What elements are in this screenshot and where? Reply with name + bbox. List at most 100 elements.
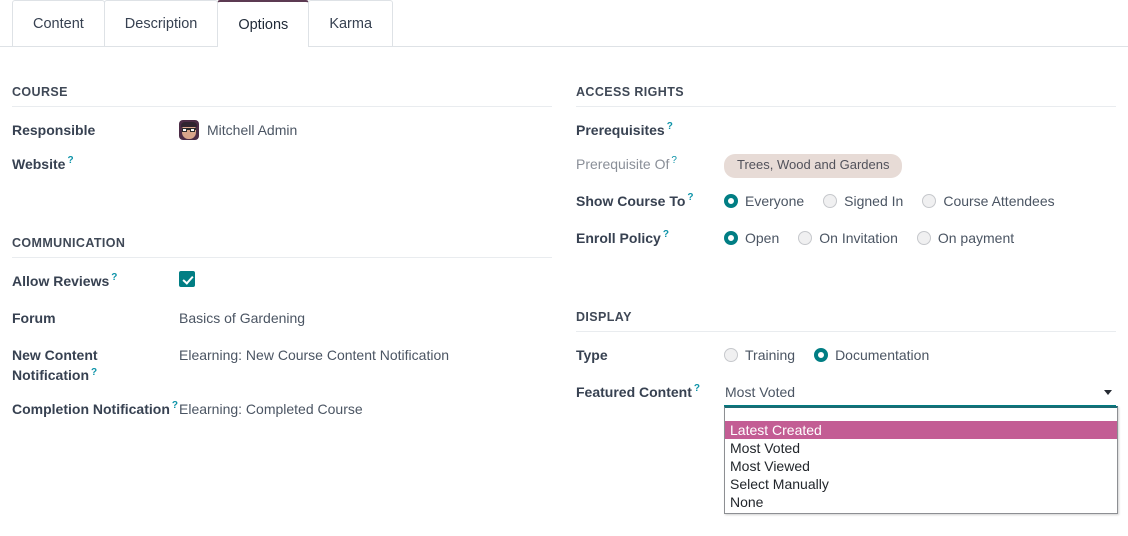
radio-label: Open <box>745 228 779 248</box>
field-row-responsible: Responsible Mitchell Admin <box>12 120 552 144</box>
radio-enroll-policy-on-invitation[interactable]: On Invitation <box>798 228 898 248</box>
completion-notification-value[interactable]: Elearning: Completed Course <box>179 399 552 419</box>
enroll-policy-label-text: Enroll Policy <box>576 230 661 246</box>
enroll-policy-radio-group: Open On Invitation On payment <box>724 228 1014 248</box>
show-course-to-radio-group: Everyone Signed In Course Attendees <box>724 191 1055 211</box>
help-icon-website[interactable]: ? <box>67 155 73 166</box>
radio-show-course-to-course-attendees[interactable]: Course Attendees <box>922 191 1054 211</box>
tab-content[interactable]: Content <box>12 0 105 46</box>
enroll-policy-label: Enroll Policy? <box>576 228 724 248</box>
field-row-forum: Forum Basics of Gardening <box>12 308 552 332</box>
forum-label: Forum <box>12 308 179 328</box>
field-row-type: Type Training Documentation <box>576 345 1116 369</box>
radio-circle-icon <box>814 348 828 362</box>
section-title-course: COURSE <box>12 47 552 107</box>
help-icon-prerequisites[interactable]: ? <box>667 121 673 132</box>
prerequisites-label: Prerequisites? <box>576 120 724 140</box>
radio-circle-icon <box>917 231 931 245</box>
radio-label: Signed In <box>844 191 903 211</box>
type-label: Type <box>576 345 724 365</box>
website-label: Website? <box>12 154 179 174</box>
tab-label: Options <box>238 17 288 33</box>
allow-reviews-value <box>179 271 552 287</box>
dropdown-option-none[interactable]: None <box>725 493 1117 513</box>
radio-label: Everyone <box>745 191 804 211</box>
field-row-website: Website? <box>12 154 552 178</box>
completion-notification-label-text: Completion Notification <box>12 401 170 417</box>
featured-content-select-wrap: Most Voted Latest Created Most Voted Mos… <box>724 380 1116 406</box>
help-icon-allow-reviews[interactable]: ? <box>111 272 117 283</box>
avatar <box>179 120 199 140</box>
tab-description[interactable]: Description <box>104 0 219 46</box>
field-row-new-content-notification: New Content Notification? Elearning: New… <box>12 345 552 386</box>
allow-reviews-checkbox[interactable] <box>179 271 195 287</box>
featured-content-label-text: Featured Content <box>576 384 692 400</box>
options-sheet: COURSE Responsible Mitchell Admin Websit… <box>0 47 1128 536</box>
dropdown-option-latest-created[interactable]: Latest Created <box>725 421 1117 439</box>
field-row-allow-reviews: Allow Reviews? <box>12 271 552 295</box>
section-title-access-rights: ACCESS RIGHTS <box>576 47 1116 107</box>
forum-value[interactable]: Basics of Gardening <box>179 308 552 328</box>
prerequisite-of-label: Prerequisite Of? <box>576 154 724 174</box>
radio-type-training[interactable]: Training <box>724 345 795 365</box>
featured-content-selected-text: Most Voted <box>725 382 795 402</box>
help-icon-featured-content[interactable]: ? <box>694 383 700 394</box>
dropdown-option-most-viewed[interactable]: Most Viewed <box>725 457 1117 475</box>
featured-content-dropdown: Latest Created Most Voted Most Viewed Se… <box>724 406 1118 514</box>
tab-karma[interactable]: Karma <box>308 0 393 46</box>
chevron-down-icon[interactable] <box>1104 390 1112 395</box>
help-icon-show-course-to[interactable]: ? <box>687 192 693 203</box>
show-course-to-value: Everyone Signed In Course Attendees <box>724 191 1116 211</box>
radio-circle-icon <box>724 231 738 245</box>
featured-content-label: Featured Content? <box>576 382 724 402</box>
field-row-prerequisite-of: Prerequisite Of? Trees, Wood and Gardens <box>576 154 1116 178</box>
responsible-value-wrap[interactable]: Mitchell Admin <box>179 120 552 140</box>
completion-notification-label: Completion Notification? <box>12 399 179 419</box>
notebook-tab-bar: Content Description Options Karma <box>0 0 1128 47</box>
allow-reviews-label-text: Allow Reviews <box>12 273 109 289</box>
radio-enroll-policy-open[interactable]: Open <box>724 228 779 248</box>
radio-circle-icon <box>724 194 738 208</box>
featured-content-select[interactable]: Most Voted <box>724 380 1116 406</box>
radio-show-course-to-signed-in[interactable]: Signed In <box>823 191 903 211</box>
radio-circle-icon <box>922 194 936 208</box>
radio-enroll-policy-on-payment[interactable]: On payment <box>917 228 1014 248</box>
enroll-policy-value: Open On Invitation On payment <box>724 228 1116 248</box>
radio-label: Documentation <box>835 345 929 365</box>
help-icon-enroll-policy[interactable]: ? <box>663 229 669 240</box>
type-radio-group: Training Documentation <box>724 345 929 365</box>
responsible-value: Mitchell Admin <box>207 120 297 140</box>
help-icon-new-content-notification[interactable]: ? <box>91 367 97 378</box>
radio-label: On Invitation <box>819 228 898 248</box>
responsible-label: Responsible <box>12 120 179 140</box>
tab-label: Description <box>125 16 198 32</box>
section-title-display: DISPLAY <box>576 252 1116 332</box>
tab-options[interactable]: Options <box>217 0 309 47</box>
tab-label: Karma <box>329 16 372 32</box>
section-title-communication: COMMUNICATION <box>12 178 552 258</box>
radio-circle-icon <box>798 231 812 245</box>
prerequisites-label-text: Prerequisites <box>576 122 665 138</box>
dropdown-option-select-manually[interactable]: Select Manually <box>725 475 1117 493</box>
radio-show-course-to-everyone[interactable]: Everyone <box>724 191 804 211</box>
new-content-notification-value[interactable]: Elearning: New Course Content Notificati… <box>179 345 552 365</box>
field-row-prerequisites: Prerequisites? <box>576 120 1116 144</box>
field-row-featured-content: Featured Content? Most Voted Latest Crea… <box>576 382 1116 406</box>
help-icon-prerequisite-of[interactable]: ? <box>671 155 677 166</box>
field-row-completion-notification: Completion Notification? Elearning: Comp… <box>12 399 552 423</box>
type-value: Training Documentation <box>724 345 1116 365</box>
radio-circle-icon <box>823 194 837 208</box>
left-column: COURSE Responsible Mitchell Admin Websit… <box>0 47 564 536</box>
field-row-enroll-policy: Enroll Policy? Open On Invitation On pay… <box>576 228 1116 252</box>
radio-label: On payment <box>938 228 1014 248</box>
show-course-to-label: Show Course To? <box>576 191 724 211</box>
dropdown-option-most-voted[interactable]: Most Voted <box>725 439 1117 457</box>
radio-circle-icon <box>724 348 738 362</box>
help-icon-completion-notification[interactable]: ? <box>172 400 178 411</box>
tab-label: Content <box>33 16 84 32</box>
radio-type-documentation[interactable]: Documentation <box>814 345 929 365</box>
featured-content-value: Most Voted Latest Created Most Voted Mos… <box>724 382 1116 406</box>
show-course-to-label-text: Show Course To <box>576 193 685 209</box>
allow-reviews-label: Allow Reviews? <box>12 271 179 291</box>
new-content-notification-label: New Content Notification? <box>12 345 179 386</box>
